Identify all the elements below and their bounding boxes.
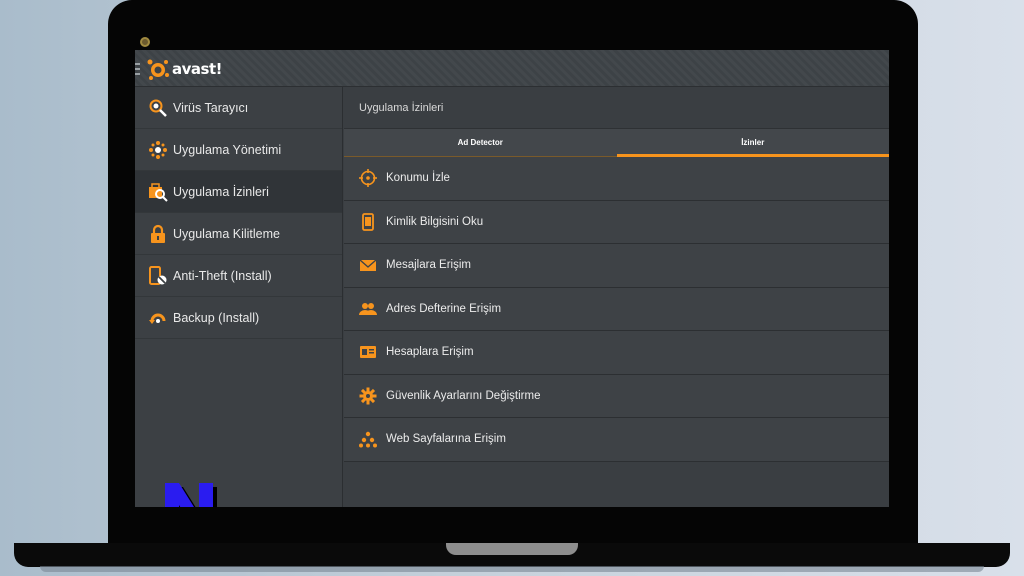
laptop-notch — [446, 543, 578, 555]
sidebar-item-label: Uygulama Kilitleme — [173, 226, 280, 241]
sidebar-item-label: Uygulama İzinleri — [173, 184, 269, 199]
app-screen: avast! Virüs Tarayıcı Uygulama Yönetimi … — [135, 50, 889, 507]
logo-text: avast! — [172, 60, 222, 78]
permission-item-location[interactable]: Konumu İzle — [344, 157, 889, 201]
virus-scanner-icon — [147, 97, 169, 119]
app-management-icon — [147, 139, 169, 161]
permission-label: Güvenlik Ayarlarını Değiştirme — [386, 389, 541, 402]
tab-bar: Ad Detector İzinler — [344, 129, 889, 157]
avast-logo-icon — [147, 59, 169, 80]
envelope-icon — [358, 255, 378, 275]
tab-permissions[interactable]: İzinler — [616, 129, 889, 157]
sidebar-item-anti-theft[interactable]: Anti-Theft (Install) — [135, 255, 342, 297]
sidebar: Virüs Tarayıcı Uygulama Yönetimi Uygulam… — [135, 87, 343, 507]
permission-item-web-pages[interactable]: Web Sayfalarına Erişim — [344, 418, 889, 462]
permission-item-address-book[interactable]: Adres Defterine Erişim — [344, 287, 889, 331]
avast-logo[interactable]: avast! — [145, 56, 222, 82]
permission-label: Adres Defterine Erişim — [386, 302, 502, 315]
action-bar: avast! — [135, 50, 889, 87]
permission-item-accounts[interactable]: Hesaplara Erişim — [344, 331, 889, 375]
permission-label: Mesajlara Erişim — [386, 259, 471, 272]
menu-icon[interactable] — [135, 63, 141, 75]
sidebar-item-label: Uygulama Yönetimi — [173, 142, 282, 157]
sidebar-item-backup[interactable]: Backup (Install) — [135, 297, 342, 339]
location-icon — [358, 168, 378, 188]
permission-label: Web Sayfalarına Erişim — [386, 433, 506, 446]
backup-icon — [147, 307, 169, 329]
id-card-icon — [358, 342, 378, 362]
sidebar-item-label: Backup (Install) — [173, 310, 260, 325]
main-panel: Uygulama İzinleri Ad Detector İzinler Ko… — [344, 87, 889, 507]
lock-icon — [147, 223, 169, 245]
sidebar-item-app-permissions[interactable]: Uygulama İzinleri — [135, 171, 342, 213]
n-watermark-logo — [165, 483, 217, 507]
permission-label: Kimlik Bilgisini Oku — [386, 215, 484, 228]
sidebar-item-virus-scanner[interactable]: Virüs Tarayıcı — [135, 87, 342, 129]
webcam — [140, 37, 150, 47]
sidebar-item-app-management[interactable]: Uygulama Yönetimi — [135, 129, 342, 171]
network-icon — [358, 429, 378, 449]
permission-item-messages[interactable]: Mesajlara Erişim — [344, 244, 889, 288]
sidebar-item-label: Virüs Tarayıcı — [173, 100, 249, 115]
app-permissions-icon — [147, 181, 169, 203]
tab-ad-detector[interactable]: Ad Detector — [344, 129, 617, 157]
permission-item-security-settings[interactable]: Güvenlik Ayarlarını Değiştirme — [344, 374, 889, 418]
laptop-shadow — [40, 566, 984, 572]
page-title: Uygulama İzinleri — [359, 101, 444, 114]
sidebar-item-label: Anti-Theft (Install) — [173, 268, 272, 283]
permission-label: Konumu İzle — [386, 172, 450, 185]
contacts-icon — [358, 299, 378, 319]
phone-icon — [358, 212, 378, 232]
page-header: Uygulama İzinleri — [344, 87, 889, 129]
sidebar-item-app-lock[interactable]: Uygulama Kilitleme — [135, 213, 342, 255]
anti-theft-icon — [147, 265, 169, 287]
permission-label: Hesaplara Erişim — [386, 346, 474, 359]
gear-icon — [358, 386, 378, 406]
permission-item-identity[interactable]: Kimlik Bilgisini Oku — [344, 200, 889, 244]
